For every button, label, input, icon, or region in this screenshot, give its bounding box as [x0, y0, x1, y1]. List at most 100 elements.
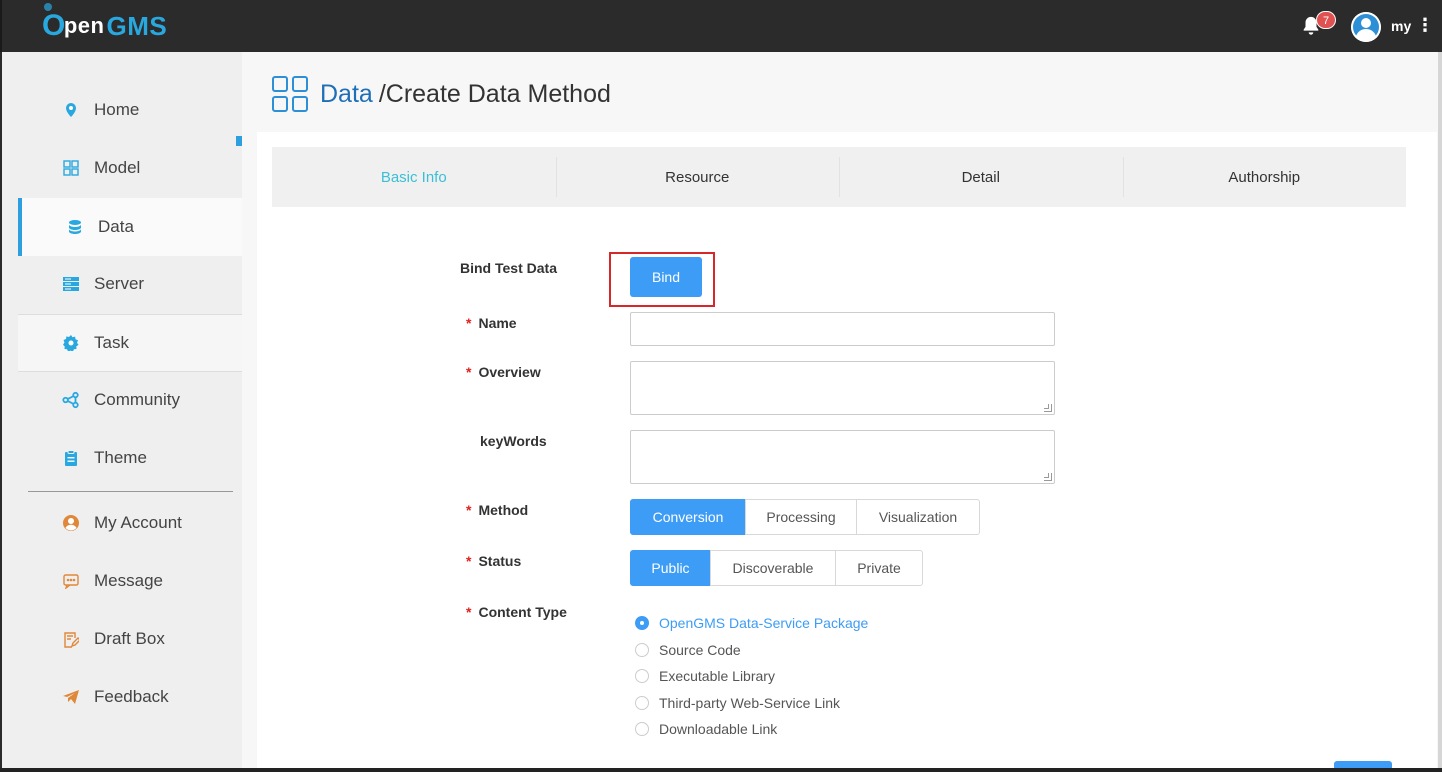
sidebar-item-feedback[interactable]: Feedback — [18, 669, 244, 725]
notification-badge: 7 — [1316, 11, 1336, 29]
sidebar-item-community[interactable]: Community — [18, 372, 244, 428]
logo-o: O — [42, 3, 66, 42]
radio-icon — [635, 695, 649, 710]
sidebar-item-label: Draft Box — [94, 629, 165, 648]
tab-basic-info[interactable]: Basic Info — [272, 147, 556, 207]
grid-icon — [272, 76, 308, 112]
location-pin-icon — [62, 101, 80, 119]
form-card: Basic Info Resource Detail Authorship Bi… — [257, 132, 1437, 772]
sidebar-item-label: Theme — [94, 448, 147, 467]
content-type-option[interactable]: Executable Library — [635, 663, 868, 690]
required-mark: * — [466, 364, 472, 380]
sidebar-item-home[interactable]: Home — [18, 82, 244, 138]
breadcrumb-data-link[interactable]: Data — [320, 80, 373, 109]
user-avatar-icon — [1351, 12, 1381, 42]
sidebar-item-label: Data — [98, 217, 134, 236]
sidebar-item-label: Home — [94, 100, 140, 119]
content-type-option[interactable]: OpenGMS Data-Service Package — [635, 610, 868, 637]
database-icon — [66, 218, 84, 236]
sidebar-item-label: Community — [94, 390, 180, 409]
method-option-processing[interactable]: Processing — [745, 499, 857, 535]
sidebar-item-server[interactable]: Server — [18, 256, 244, 312]
content-type-option-label: Downloadable Link — [659, 721, 778, 738]
bottom-edge — [0, 768, 1442, 772]
method-option-conversion[interactable]: Conversion — [630, 499, 746, 535]
sidebar-item-my-account[interactable]: My Account — [18, 495, 244, 551]
chat-bubble-icon — [62, 572, 80, 590]
name-label-text: Name — [478, 315, 517, 331]
keywords-label: keyWords — [480, 433, 547, 449]
content-type-label: * Content Type — [466, 604, 567, 620]
sidebar-item-model[interactable]: Model — [18, 140, 244, 196]
bind-test-data-label: Bind Test Data — [460, 260, 557, 276]
sidebar-divider — [28, 491, 233, 492]
content-type-option[interactable]: Third-party Web-Service Link — [635, 690, 868, 717]
content-type-radio-group: OpenGMS Data-Service Package Source Code… — [635, 610, 868, 743]
scrollbar[interactable] — [1438, 52, 1442, 772]
content-type-option[interactable]: Source Code — [635, 637, 868, 664]
required-mark: * — [466, 315, 472, 331]
content-type-option-label: Third-party Web-Service Link — [659, 694, 841, 711]
sidebar-item-label: My Account — [94, 513, 182, 532]
radio-icon — [635, 669, 649, 684]
sidebar-item-draft-box[interactable]: Draft Box — [18, 611, 244, 667]
sidebar-item-theme[interactable]: Theme — [18, 430, 244, 486]
status-radio-group: Public Discoverable Private — [630, 550, 923, 586]
content-type-label-text: Content Type — [478, 604, 567, 620]
breadcrumb-current: /Create Data Method — [378, 79, 611, 108]
required-mark: * — [466, 502, 472, 518]
top-bar: Open GMS 7 my ⋮ — [0, 0, 1442, 52]
tab-detail[interactable]: Detail — [839, 147, 1123, 207]
overview-label-text: Overview — [478, 364, 541, 380]
status-label-text: Status — [478, 553, 522, 569]
overview-label: * Overview — [466, 364, 541, 380]
content-type-option-label: Source Code — [659, 641, 741, 658]
radio-icon — [635, 722, 649, 737]
sidebar-item-label: Feedback — [94, 687, 169, 706]
sidebar-item-label: Model — [94, 158, 141, 177]
sidebar-item-label: Message — [94, 571, 163, 590]
required-mark: * — [466, 553, 472, 569]
method-label: * Method — [466, 502, 528, 518]
tab-resource[interactable]: Resource — [555, 147, 840, 207]
method-label-text: Method — [478, 502, 529, 518]
status-option-private[interactable]: Private — [835, 550, 923, 586]
content-type-option[interactable]: Downloadable Link — [635, 716, 868, 743]
resize-handle-icon[interactable] — [1044, 404, 1052, 412]
gear-icon — [62, 334, 80, 352]
main-content: Data /Create Data Method Basic Info Reso… — [242, 52, 1438, 772]
logo-gms: GMS — [106, 10, 168, 41]
radio-selected-icon — [635, 616, 649, 631]
sidebar-item-label: Task — [94, 333, 129, 352]
status-option-public[interactable]: Public — [630, 550, 711, 586]
name-label: * Name — [466, 315, 517, 331]
share-nodes-icon — [62, 391, 80, 409]
bind-button[interactable]: Bind — [630, 257, 702, 297]
username[interactable]: my — [1391, 18, 1411, 34]
logo-pen: pen — [63, 13, 105, 38]
user-circle-icon — [62, 514, 80, 532]
more-menu-icon[interactable]: ⋮ — [1416, 14, 1434, 36]
content-type-option-label: OpenGMS Data-Service Package — [659, 615, 869, 632]
status-option-discoverable[interactable]: Discoverable — [710, 550, 836, 586]
resize-handle-icon[interactable] — [1044, 473, 1052, 481]
name-input[interactable] — [630, 312, 1055, 346]
content-type-option-label: Executable Library — [659, 668, 775, 685]
method-option-visualization[interactable]: Visualization — [856, 499, 980, 535]
sidebar-item-task[interactable]: Task — [18, 314, 244, 372]
status-label: * Status — [466, 553, 521, 569]
tab-authorship[interactable]: Authorship — [1122, 147, 1407, 207]
radio-icon — [635, 642, 649, 657]
step-tabs: Basic Info Resource Detail Authorship — [272, 147, 1406, 207]
sidebar-item-data[interactable]: Data — [18, 198, 244, 256]
sidebar-item-message[interactable]: Message — [18, 553, 244, 609]
edit-note-icon — [62, 630, 80, 648]
sidebar-item-label: Server — [94, 274, 145, 293]
method-radio-group: Conversion Processing Visualization — [630, 499, 980, 535]
clipboard-icon — [62, 449, 80, 467]
avatar[interactable] — [1351, 12, 1381, 42]
opengms-logo[interactable]: Open GMS — [42, 3, 168, 44]
overview-textarea[interactable] — [630, 361, 1055, 415]
server-icon — [62, 275, 80, 293]
keywords-textarea[interactable] — [630, 430, 1055, 484]
